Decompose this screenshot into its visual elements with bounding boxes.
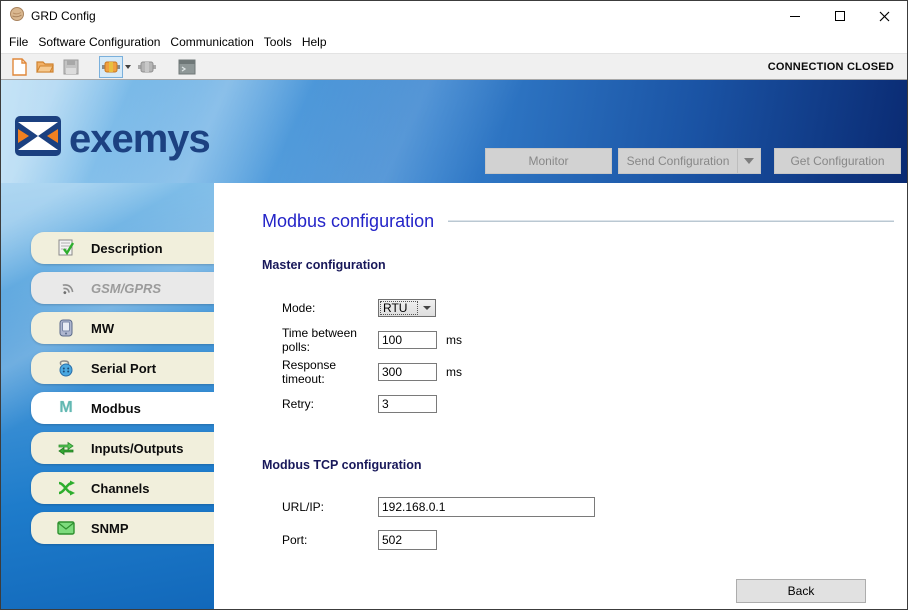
gsm-gprs-icon <box>56 278 76 298</box>
title-bar: GRD Config <box>1 1 907 31</box>
time-between-polls-input[interactable] <box>378 331 437 349</box>
sidebar-item-label: MW <box>91 320 115 336</box>
menu-software-configuration[interactable]: Software Configuration <box>33 33 165 51</box>
connection-status: CONNECTION CLOSED <box>767 60 894 73</box>
menu-tools[interactable]: Tools <box>259 33 297 51</box>
mw-icon <box>56 318 76 338</box>
send-configuration-dropdown-icon[interactable] <box>738 149 760 173</box>
modbus-icon: M <box>59 399 73 416</box>
sidebar: Description GSM/GPRS MW Serial Port M Mo… <box>31 232 214 552</box>
action-buttons: Monitor Send Configuration Get Configura… <box>485 148 901 174</box>
mode-select[interactable]: RTU <box>378 299 436 317</box>
toolbar: CONNECTION CLOSED <box>1 53 907 80</box>
disconnect-icon[interactable] <box>135 56 159 78</box>
content-panel: Modbus configuration Master configuratio… <box>214 183 907 609</box>
snmp-icon <box>56 518 76 538</box>
time-between-polls-label: Time between polls: <box>282 326 357 354</box>
inputs-outputs-icon <box>56 438 76 458</box>
channels-icon <box>56 478 76 498</box>
menu-help[interactable]: Help <box>297 33 332 51</box>
app-icon <box>9 6 25 27</box>
sidebar-item-label: Modbus <box>91 400 141 416</box>
serial-port-icon <box>56 358 76 378</box>
sidebar-item-label: Description <box>91 240 163 256</box>
app-window: GRD Config File Software Configuration C… <box>0 0 908 610</box>
window-title: GRD Config <box>31 9 96 23</box>
sidebar-item-inputs-outputs[interactable]: Inputs/Outputs <box>31 432 214 464</box>
back-button[interactable]: Back <box>736 579 866 603</box>
mode-label: Mode: <box>282 301 316 315</box>
chevron-down-icon <box>419 300 435 316</box>
get-configuration-button[interactable]: Get Configuration <box>774 148 901 174</box>
retry-input[interactable] <box>378 395 437 413</box>
url-ip-label: URL/IP: <box>282 500 325 514</box>
sidebar-item-mw[interactable]: MW <box>31 312 214 344</box>
mode-value: RTU <box>380 301 418 315</box>
exemys-logo: exemys <box>15 116 211 161</box>
port-label: Port: <box>282 533 308 547</box>
timeout-unit: ms <box>446 365 462 379</box>
master-configuration-title: Master configuration <box>262 258 386 272</box>
retry-label: Retry: <box>282 397 315 411</box>
minimize-icon[interactable] <box>772 1 817 31</box>
sidebar-item-label: GSM/GPRS <box>91 280 162 296</box>
response-timeout-input[interactable] <box>378 363 437 381</box>
response-timeout-label: Response timeout: <box>282 358 337 386</box>
sidebar-item-modbus[interactable]: M Modbus <box>31 392 214 424</box>
exemys-logo-icon <box>15 116 61 161</box>
new-file-icon[interactable] <box>7 56 31 78</box>
main-area: exemys Monitor Send Configuration Get Co… <box>1 80 907 609</box>
sidebar-item-gsm-gprs[interactable]: GSM/GPRS <box>31 272 214 304</box>
sidebar-item-serial-port[interactable]: Serial Port <box>31 352 214 384</box>
sidebar-item-channels[interactable]: Channels <box>31 472 214 504</box>
sidebar-item-label: Channels <box>91 480 150 496</box>
send-configuration-label: Send Configuration <box>626 154 730 168</box>
sidebar-item-description[interactable]: Description <box>31 232 214 264</box>
maximize-icon[interactable] <box>817 1 862 31</box>
monitor-button[interactable]: Monitor <box>485 148 612 174</box>
menu-file[interactable]: File <box>4 33 33 51</box>
terminal-icon[interactable] <box>175 56 199 78</box>
send-configuration-button[interactable]: Send Configuration <box>618 148 761 174</box>
connect-dropdown-icon[interactable] <box>123 56 133 78</box>
port-input[interactable] <box>378 530 437 550</box>
sidebar-item-label: SNMP <box>91 520 129 536</box>
url-ip-input[interactable] <box>378 497 595 517</box>
menu-bar: File Software Configuration Communicatio… <box>1 31 907 53</box>
connect-icon[interactable] <box>99 55 123 78</box>
menu-communication[interactable]: Communication <box>165 33 258 51</box>
page-title: Modbus configuration <box>262 210 435 231</box>
heading-divider <box>448 220 894 222</box>
description-icon <box>56 238 76 258</box>
polls-unit: ms <box>446 333 462 347</box>
sidebar-item-label: Serial Port <box>91 360 157 376</box>
sidebar-item-snmp[interactable]: SNMP <box>31 512 214 544</box>
close-icon[interactable] <box>862 1 907 31</box>
sidebar-item-label: Inputs/Outputs <box>91 440 184 456</box>
exemys-logo-text: exemys <box>69 116 211 161</box>
save-icon[interactable] <box>59 56 83 78</box>
open-folder-icon[interactable] <box>33 56 57 78</box>
modbus-tcp-configuration-title: Modbus TCP configuration <box>262 458 422 472</box>
